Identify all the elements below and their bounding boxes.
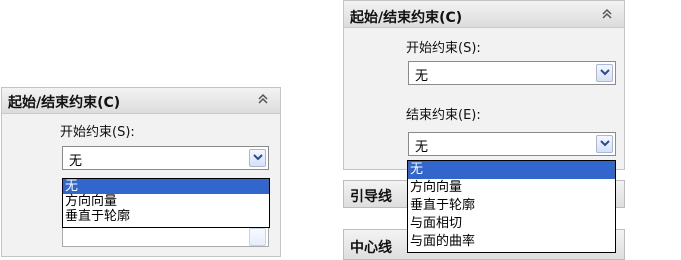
end-constraint-dropdown-list: 无 方向向量 垂直于轮廓 与面相切 与面的曲率 — [407, 160, 616, 253]
start-end-constraints-panel-right: 起始/结束约束(C) 开始约束(S): 无 结束约束(E): 无 — [343, 0, 625, 170]
dropdown-option[interactable]: 垂直于轮廓 — [63, 209, 269, 224]
start-end-constraints-panel-left: 起始/结束约束(C) 开始约束(S): 无 无 方向向量 垂直于轮廓 — [1, 87, 281, 257]
panel-header[interactable]: 起始/结束约束(C) — [344, 1, 624, 28]
dropdown-option[interactable]: 无 — [63, 179, 269, 194]
chevron-down-icon — [600, 140, 610, 147]
dropdown-button[interactable] — [596, 135, 613, 153]
dropdown-option[interactable]: 方向向量 — [63, 194, 269, 209]
panel-title: 起始/结束约束(C) — [350, 10, 463, 26]
combo-value: 无 — [415, 140, 429, 155]
start-constraint-combo[interactable]: 无 — [408, 61, 616, 85]
section-title: 引导线 — [350, 189, 392, 205]
dropdown-option[interactable]: 方向向量 — [408, 179, 615, 197]
dropdown-button[interactable] — [249, 228, 266, 246]
start-constraint-dropdown-list: 无 方向向量 垂直于轮廓 — [62, 178, 270, 228]
dropdown-button[interactable] — [249, 149, 266, 167]
double-chevron-up-icon[interactable] — [600, 7, 614, 21]
chevron-down-icon — [600, 69, 610, 76]
panel-title: 起始/结束约束(C) — [8, 95, 121, 111]
chevron-down-icon — [253, 154, 263, 161]
dropdown-option[interactable]: 无 — [408, 161, 615, 179]
dropdown-option[interactable]: 与面相切 — [408, 215, 615, 233]
dropdown-button[interactable] — [596, 64, 613, 82]
dropdown-option[interactable]: 垂直于轮廓 — [408, 197, 615, 215]
dropdown-option[interactable]: 与面的曲率 — [408, 233, 615, 251]
combo-value: 无 — [415, 69, 429, 84]
section-title: 中心线 — [350, 240, 392, 256]
start-constraint-label: 开始约束(S): — [60, 125, 135, 140]
partial-logo-graphic — [665, 82, 681, 212]
combo-value: 无 — [69, 154, 83, 169]
panel-header[interactable]: 起始/结束约束(C) — [2, 88, 280, 114]
start-constraint-label: 开始约束(S): — [406, 41, 481, 56]
end-constraint-combo[interactable]: 无 — [408, 132, 616, 156]
end-constraint-combo[interactable] — [62, 225, 269, 247]
double-chevron-up-icon[interactable] — [256, 92, 270, 106]
end-constraint-label: 结束约束(E): — [406, 108, 481, 123]
start-constraint-combo[interactable]: 无 — [62, 146, 269, 170]
